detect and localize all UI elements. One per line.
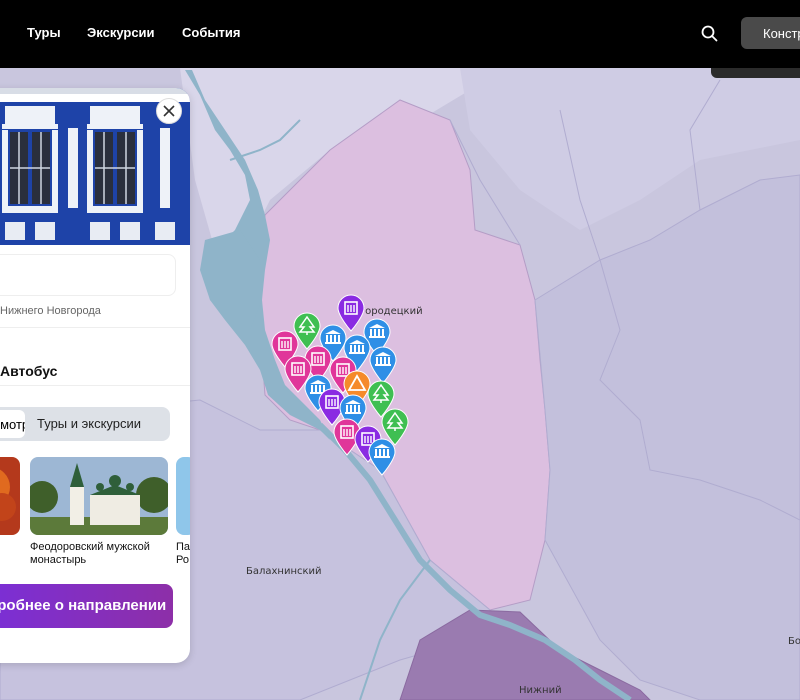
route-subtitle: Нижнего Новгорода: [0, 305, 101, 317]
constructor-button[interactable]: Конструктор: [741, 17, 800, 49]
route-field[interactable]: [0, 254, 176, 296]
tabs-switch: Посмотреть Туры и экскурсии: [0, 407, 170, 441]
destination-panel: Нижнего Новгорода Автобус Посмотреть Тур…: [0, 88, 190, 663]
divider: [0, 385, 190, 386]
tab-see[interactable]: Посмотреть: [0, 410, 25, 438]
transport-label: Автобус: [0, 363, 58, 379]
top-nav-bar: Туры Экскурсии События Конструктор: [0, 0, 800, 68]
nav-tours[interactable]: Туры: [27, 25, 61, 40]
divider: [0, 327, 190, 328]
card-title-2[interactable]: Феодоровский мужской монастырь: [30, 541, 150, 567]
card-image-3[interactable]: [176, 457, 190, 535]
map-label-gorodets: Городецкий: [359, 306, 423, 317]
map-label-nizhny: Нижний: [519, 685, 562, 696]
card-image-2[interactable]: [30, 457, 168, 535]
nav-events[interactable]: События: [182, 25, 240, 40]
map-pin[interactable]: [368, 346, 398, 384]
more-about-destination-button[interactable]: Подробнее о направлении: [0, 584, 173, 628]
close-button[interactable]: [156, 98, 182, 124]
constructor-dropdown-edge: ⌄: [711, 60, 800, 78]
nav-excursions[interactable]: Экскурсии: [87, 25, 155, 40]
tab-tours-excursions[interactable]: Туры и экскурсии: [37, 416, 141, 431]
map-label-balakhna: Балахнинский: [246, 566, 322, 577]
map-pin[interactable]: [367, 438, 397, 476]
search-icon[interactable]: [700, 24, 720, 44]
map-label-edge: Бо: [788, 636, 800, 647]
close-icon: [163, 105, 175, 117]
card-title-3[interactable]: Па Ро: [176, 541, 190, 567]
card-image-1[interactable]: [0, 457, 20, 535]
